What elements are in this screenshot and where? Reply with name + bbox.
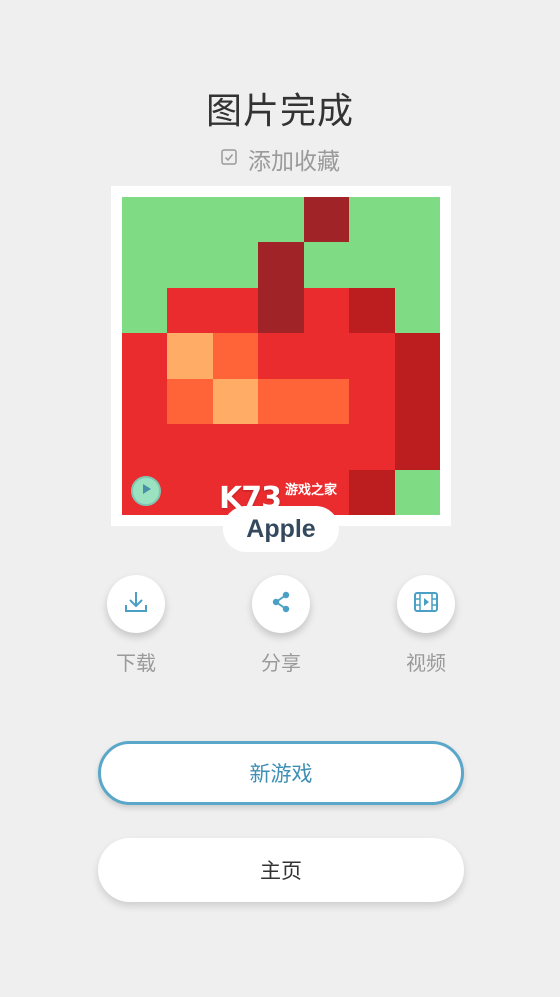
add-favorite-label: 添加收藏 (248, 149, 340, 175)
pixel-cell (258, 424, 304, 470)
pixel-cell (167, 378, 213, 425)
pixel-cell (349, 197, 395, 243)
add-favorite-button[interactable]: 添加收藏 (0, 142, 560, 176)
artwork-frame: K73 游戏之家 (111, 186, 451, 526)
page-title: 图片完成 (205, 91, 354, 132)
share-action[interactable]: 分享 (241, 575, 321, 676)
pixel-cell (394, 242, 440, 288)
pixel-cell (122, 333, 168, 379)
pixel-cell (122, 424, 168, 470)
pixel-cell (303, 197, 350, 243)
share-icon (266, 587, 296, 621)
video-icon (411, 587, 441, 621)
video-button[interactable] (397, 575, 455, 633)
pixel-cell (394, 469, 440, 515)
pixel-cell (167, 197, 213, 243)
pixel-cell (349, 242, 395, 288)
pixel-cell (258, 242, 304, 288)
pixel-cell (394, 287, 440, 334)
pixel-cell (167, 333, 213, 379)
pixel-cell (394, 424, 440, 470)
watermark-text: 游戏之家 (285, 483, 338, 498)
pixel-cell (167, 424, 213, 470)
pixel-cell (212, 287, 259, 334)
pixel-cell (303, 378, 350, 425)
video-label: 视频 (406, 651, 446, 675)
pixel-cell (394, 333, 440, 379)
artwork-name-badge: Apple (223, 506, 339, 552)
pixel-cell (303, 424, 350, 470)
pixel-cell (212, 242, 259, 288)
video-action[interactable]: 视频 (386, 575, 466, 676)
pixel-cell (258, 197, 304, 243)
play-icon (138, 481, 154, 501)
download-icon (121, 587, 151, 621)
pixel-cell (122, 287, 168, 334)
checkbox-icon (220, 146, 238, 172)
pixel-cell (212, 424, 259, 470)
pixel-cell (122, 197, 168, 243)
pixel-cell (258, 378, 304, 425)
pixel-cell (122, 242, 168, 288)
pixel-cell (349, 333, 395, 379)
share-button[interactable] (252, 575, 310, 633)
download-label: 下载 (116, 651, 156, 675)
pixel-cell (303, 242, 350, 288)
pixel-cell (303, 333, 350, 379)
pixel-cell (258, 333, 304, 379)
pixel-cell (167, 242, 213, 288)
download-button[interactable] (107, 575, 165, 633)
download-action[interactable]: 下载 (96, 575, 176, 676)
play-button[interactable] (131, 476, 161, 506)
pixel-cell (167, 287, 213, 334)
home-button[interactable]: 主页 (98, 838, 464, 902)
pixel-art-grid (122, 197, 440, 515)
pixel-cell (349, 424, 395, 470)
pixel-cell (212, 197, 259, 243)
pixel-cell (394, 378, 440, 425)
new-game-button[interactable]: 新游戏 (98, 741, 464, 805)
share-label: 分享 (261, 651, 301, 675)
pixel-cell (349, 469, 395, 515)
pixel-cell (349, 378, 395, 425)
pixel-cell (394, 197, 440, 243)
pixel-cell (349, 287, 395, 334)
pixel-cell (167, 469, 213, 515)
pixel-cell (122, 378, 168, 425)
pixel-cell (303, 287, 350, 334)
pixel-cell (212, 378, 259, 425)
pixel-cell (212, 333, 259, 379)
pixel-cell (258, 287, 304, 334)
